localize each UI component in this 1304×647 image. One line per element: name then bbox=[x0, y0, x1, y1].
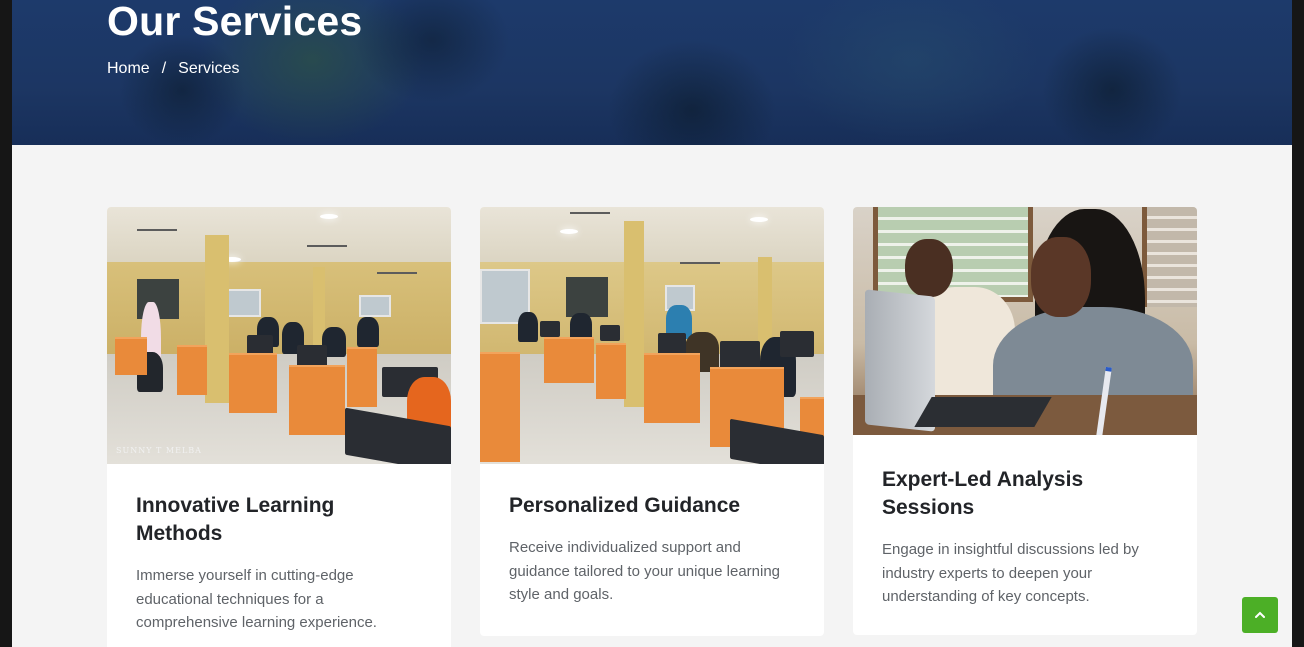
computer-lab-photo bbox=[480, 207, 824, 464]
breadcrumb-home-link[interactable]: Home bbox=[107, 60, 150, 78]
chevron-up-icon bbox=[1255, 606, 1265, 624]
service-title: Innovative Learning Methods bbox=[136, 494, 335, 545]
page-title: Our Services bbox=[107, 0, 363, 44]
breadcrumb: Home / Services bbox=[107, 60, 240, 78]
hero-banner: Our Services Home / Services bbox=[12, 0, 1292, 145]
service-card-expert-led-analysis[interactable]: Expert-Led Analysis Sessions Engage in i… bbox=[853, 207, 1197, 635]
service-card-innovative-learning[interactable]: SUNNY T MELBA Innovative Learning Method… bbox=[107, 207, 451, 647]
students-laptop-photo bbox=[853, 207, 1197, 435]
service-title: Personalized Guidance bbox=[509, 494, 741, 517]
page: Our Services Home / Services SUNNY T MEL… bbox=[12, 0, 1292, 647]
service-description: Receive individualized support and guida… bbox=[509, 539, 781, 603]
photo-watermark: SUNNY T MELBA bbox=[116, 446, 202, 455]
back-to-top-button[interactable] bbox=[1242, 597, 1278, 633]
breadcrumb-separator: / bbox=[161, 60, 167, 77]
classroom-photo: SUNNY T MELBA bbox=[107, 207, 451, 464]
service-description: Immerse yourself in cutting-edge educati… bbox=[136, 567, 377, 631]
service-card-personalized-guidance[interactable]: Personalized Guidance Receive individual… bbox=[480, 207, 824, 636]
breadcrumb-current: Services bbox=[178, 60, 240, 77]
service-title: Expert-Led Analysis Sessions bbox=[882, 468, 1084, 519]
service-description: Engage in insightful discussions led by … bbox=[882, 541, 1139, 605]
